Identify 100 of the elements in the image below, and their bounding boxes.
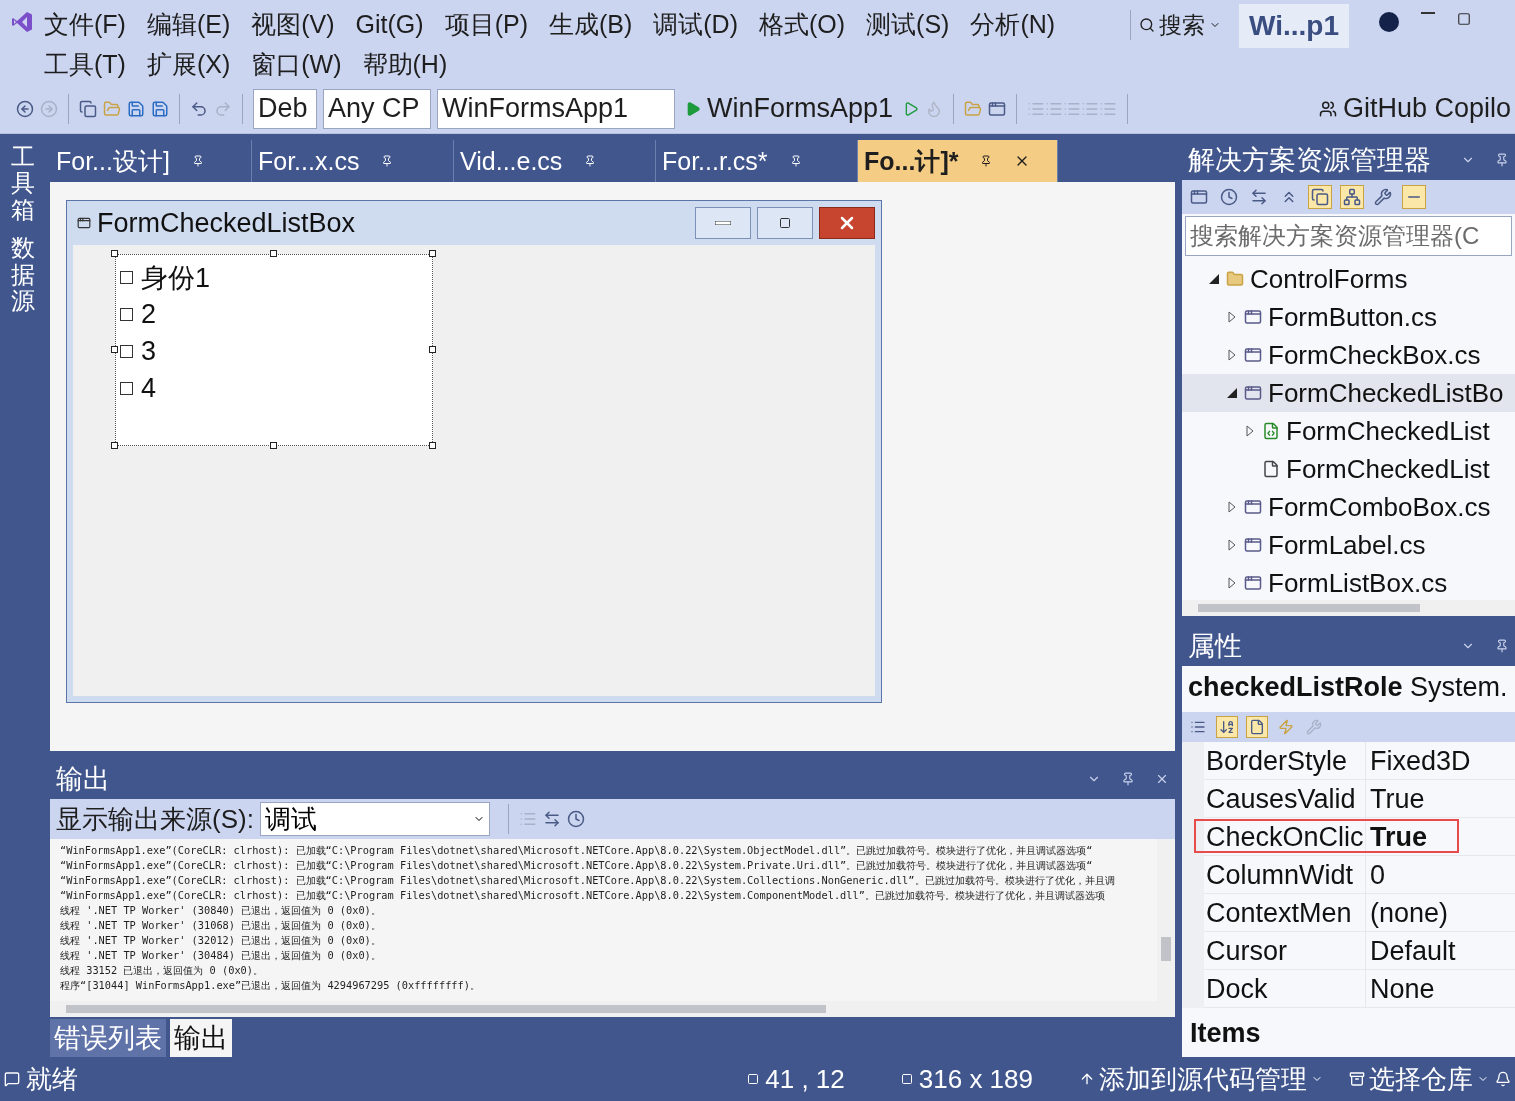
expand-arrow-icon[interactable] [1228,311,1236,323]
menu-item[interactable]: 视图(V) [251,7,335,41]
save-icon[interactable] [127,99,145,118]
checkbox[interactable] [120,271,133,284]
menu-item[interactable]: 分析(N) [970,7,1056,41]
startup-project-dropdown[interactable]: WinFormsApp1 [437,88,675,129]
resize-handle[interactable] [429,346,436,353]
word-wrap-icon[interactable] [542,810,561,828]
configuration-dropdown[interactable]: Deb [253,88,317,129]
menu-item[interactable]: 生成(B) [548,7,633,41]
vertical-scrollbar[interactable] [1157,839,1175,1001]
expand-arrow-icon[interactable] [1228,577,1236,589]
property-value[interactable]: Default [1366,932,1456,969]
collapse-arrow-icon[interactable] [1227,388,1237,398]
notification-icon[interactable] [1495,1071,1511,1087]
property-value[interactable]: 0 [1366,856,1386,893]
checkbox[interactable] [120,308,133,321]
expand-arrow-icon[interactable] [1228,501,1236,513]
property-value[interactable]: None [1366,970,1435,1007]
menu-item[interactable]: 编辑(E) [146,7,231,41]
menu-item[interactable]: 测试(S) [866,7,950,41]
back-icon[interactable] [16,99,34,118]
output-source-dropdown[interactable]: 调试 [259,802,490,836]
platform-dropdown[interactable]: Any CP [323,88,431,129]
minimize-icon [715,221,731,225]
pin-icon[interactable] [381,155,394,167]
document-tab[interactable]: Fo...计]* [858,140,1058,182]
property-value[interactable]: Fixed3D [1366,742,1471,779]
undo-icon[interactable] [190,99,208,118]
maximize-button[interactable] [757,207,813,239]
search-button[interactable]: 搜索 [1130,10,1225,40]
horizontal-scrollbar[interactable] [50,1001,1175,1017]
new-item-icon[interactable] [79,99,97,118]
tree-item[interactable]: FormCheckedList [1182,412,1515,450]
menu-item[interactable]: 窗口(W) [251,47,342,81]
horizontal-scrollbar[interactable] [1182,600,1515,616]
form-icon [1244,308,1262,326]
expand-arrow-icon[interactable] [1228,539,1236,551]
side-tab[interactable]: 数据源 [11,235,35,315]
resize-handle[interactable] [111,346,118,353]
side-tab[interactable]: 工具箱 [11,144,35,224]
play-outline-icon[interactable] [903,100,920,117]
menu-item[interactable]: Git(G) [355,9,424,39]
account-avatar[interactable] [1379,12,1399,32]
resize-handle[interactable] [270,442,277,449]
tree-item[interactable]: FormCheckedList [1182,450,1515,488]
start-button[interactable]: WinFormsApp1 [681,93,898,124]
tree-item[interactable]: FormComboBox.cs [1182,488,1515,526]
show-all-files-icon[interactable] [1308,185,1332,209]
tree-item[interactable]: ControlForms [1182,260,1515,298]
menu-item[interactable]: 项目(P) [444,7,528,41]
tree-item[interactable]: FormListBox.cs [1182,564,1515,600]
close-button[interactable] [819,207,875,239]
close-icon[interactable] [1155,772,1169,786]
properties-icon[interactable] [1246,716,1268,738]
tree-item[interactable]: FormButton.cs [1182,298,1515,336]
checkbox[interactable] [120,345,133,358]
search-field[interactable]: 搜索解决方案资源管理器(C [1185,216,1512,256]
property-value[interactable]: (none) [1366,894,1449,931]
form-icon [77,216,91,230]
tree-item[interactable]: FormCheckBox.cs [1182,336,1515,374]
expand-arrow-icon[interactable] [1246,425,1254,437]
collapse-arrow-icon[interactable] [1209,274,1219,284]
repository-button[interactable]: 选择仓库 [1349,1061,1489,1097]
menu-item[interactable]: 文件(F) [44,7,126,41]
panel-tab[interactable]: 错误列表 [50,1019,166,1057]
resize-handle[interactable] [429,250,436,257]
resize-handle[interactable] [429,442,436,449]
history-icon[interactable] [1218,186,1240,208]
properties-icon[interactable] [1372,186,1394,208]
resize-handle[interactable] [270,250,277,257]
panel-tab[interactable]: 输出 [170,1019,232,1057]
tree-item[interactable]: FormLabel.cs [1182,526,1515,564]
menu-item[interactable]: 调试(D) [653,7,738,41]
menu-item[interactable]: 扩展(X) [146,47,231,81]
alphabetical-icon[interactable] [1216,716,1238,738]
maximize-button[interactable] [1457,12,1471,26]
clock-icon[interactable] [566,810,585,828]
window-icon[interactable] [988,99,1007,118]
preview-icon[interactable] [1402,185,1426,209]
tree-view-icon[interactable] [1340,185,1364,209]
output-line: 线程 33152 已退出，返回值为 0 (0x0)。 [60,963,263,978]
pin-icon[interactable] [980,155,993,167]
source-control-button[interactable]: 添加到源代码管理 [1079,1061,1323,1097]
menu-item[interactable]: 格式(O) [759,7,846,41]
tree-item[interactable]: FormCheckedListBo [1182,374,1515,412]
pin-icon[interactable] [789,155,802,167]
menu-item[interactable]: 帮助(H) [362,47,448,81]
checkbox[interactable] [120,382,133,395]
minimize-button[interactable] [695,207,751,239]
property-value[interactable]: True [1366,780,1425,817]
resize-handle[interactable] [111,442,118,449]
pin-icon[interactable] [191,155,204,167]
resize-handle[interactable] [111,250,118,257]
pin-icon[interactable] [584,155,597,167]
save-all-icon[interactable] [151,99,169,118]
property-value[interactable]: True [1366,818,1428,855]
menu-item[interactable]: 工具(T) [44,47,126,81]
copilot-button[interactable]: GitHub Copilo [1314,93,1515,124]
expand-arrow-icon[interactable] [1228,349,1236,361]
